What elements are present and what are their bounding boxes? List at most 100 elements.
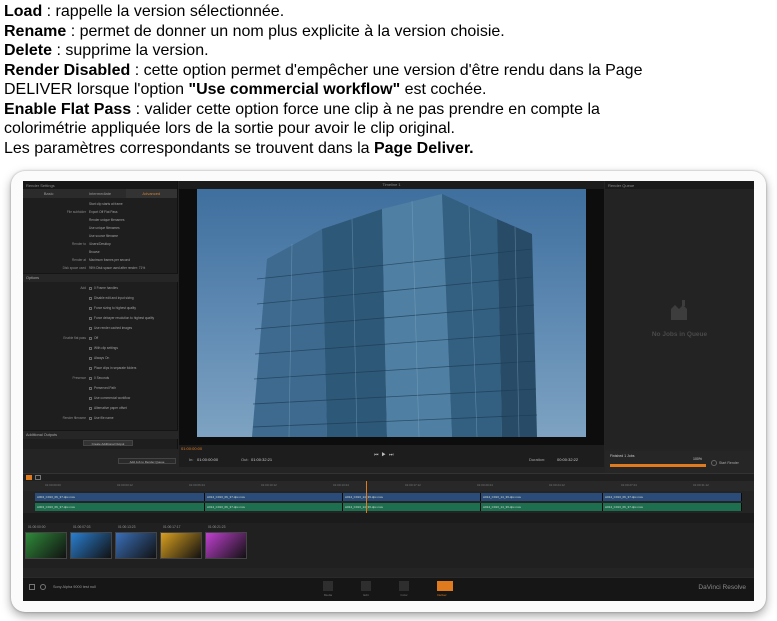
page-color-label[interactable]: Color xyxy=(394,593,414,597)
checkbox[interactable] xyxy=(89,406,92,410)
settings-row-value[interactable]: 96% Disk space used after render: 71% xyxy=(89,265,145,272)
page-edit-icon[interactable] xyxy=(361,581,371,591)
page-deliver-icon[interactable] xyxy=(437,581,453,591)
clip-thumbnail[interactable]: 01:00:07:03 xyxy=(70,525,112,559)
settings-row-value[interactable]: Use source filename xyxy=(89,233,118,240)
desc-load: : rappelle la version sélectionnée. xyxy=(42,3,285,20)
video-track-v1[interactable]: A004_C013_06_37.dpx.mov A014_C013_06_37.d… xyxy=(35,493,754,501)
option-row-value[interactable]: Disable edit and input sizing xyxy=(89,295,134,302)
timeline-view-icon[interactable] xyxy=(26,475,32,480)
video-clip[interactable]: A014_C013_14_36.dpx.mov xyxy=(343,493,481,501)
settings-row-value[interactable]: Browse xyxy=(89,249,100,256)
settings-icon[interactable] xyxy=(40,584,46,590)
media-pool-icon[interactable] xyxy=(29,584,35,590)
term-render-disabled: Render Disabled xyxy=(4,61,131,79)
in-timecode[interactable]: 01:00:00:00 xyxy=(197,457,218,462)
progress-label: 100% xyxy=(693,457,702,461)
option-row-value[interactable]: Place clips in separate folders xyxy=(89,365,136,372)
settings-row-value[interactable]: Export Off Flat Pass xyxy=(89,209,117,216)
checkbox[interactable] xyxy=(89,306,92,310)
no-jobs-text: No Jobs in Queue xyxy=(651,331,708,338)
ruler-tick-label: 01:00:13:24 xyxy=(333,483,349,487)
transport-controls[interactable]: ⏮▶⏭ xyxy=(374,452,397,458)
create-additional-output-button[interactable]: Create Additional Output xyxy=(83,440,133,446)
checkbox[interactable] xyxy=(89,356,92,360)
checkbox[interactable] xyxy=(89,316,92,320)
settings-row-value[interactable]: Use unique filenames xyxy=(89,225,120,232)
video-clip[interactable]: A014_C013_06_37.dpx.mov xyxy=(205,493,343,501)
audio-clip[interactable]: A014_C013_14_36.dpx.mov xyxy=(343,503,481,511)
checkbox[interactable] xyxy=(89,396,92,400)
settings-row: Render unique filenames xyxy=(23,217,178,224)
audio-clip[interactable]: A014_C013_14_36.dpx.mov xyxy=(481,503,603,511)
checkbox[interactable] xyxy=(89,326,92,330)
checkbox[interactable] xyxy=(89,366,92,370)
clip-thumbnail[interactable]: 01:00:13:23 xyxy=(115,525,157,559)
option-row-value[interactable]: Use commercial workflow xyxy=(89,395,130,402)
checkbox[interactable] xyxy=(89,296,92,300)
page-color-icon[interactable] xyxy=(399,581,409,591)
option-row-value[interactable]: 0 Seconds xyxy=(89,375,109,382)
checkbox[interactable] xyxy=(89,346,92,350)
page-media-label[interactable]: Media xyxy=(318,593,338,597)
audio-track-a1[interactable]: A004_C013_06_37.dpx.mov A014_C013_06_37.d… xyxy=(35,503,754,511)
option-row-value[interactable]: Preserved Path xyxy=(89,385,116,392)
option-row-value[interactable]: 0 Frame handles xyxy=(89,285,118,292)
page-deliver-label[interactable]: Deliver xyxy=(432,593,452,597)
clip-thumbnail[interactable]: 01:00:21:23 xyxy=(205,525,247,559)
option-row-value[interactable]: Force sizing to highest quality xyxy=(89,305,136,312)
doc-line-render-disabled: Render Disabled : cette option permet d'… xyxy=(4,61,774,81)
timeline-ruler[interactable]: 01:00:00:00 01:00:03:12 01:00:06:24 01:00:1… xyxy=(23,481,754,491)
start-render-toggle[interactable] xyxy=(711,460,717,466)
davinci-resolve-brand: DaVinci Resolve xyxy=(698,584,746,591)
video-clip[interactable]: A014_C013_06_37.dpx.mov xyxy=(603,493,742,501)
skip-forward-icon[interactable]: ⏭ xyxy=(389,452,397,458)
audio-clip[interactable]: A014_C013_06_37.dpx.mov xyxy=(603,503,742,511)
clip-thumbnail[interactable]: 01:00:17:17 xyxy=(160,525,202,559)
checkbox[interactable] xyxy=(89,416,92,420)
ruler-tick-label: 01:00:31:12 xyxy=(693,483,709,487)
option-row: Place clips in separate folders xyxy=(23,365,178,372)
desc-rename: : permet de donner un nom plus explicite… xyxy=(66,22,505,40)
checkbox[interactable] xyxy=(89,376,92,380)
add-job-button[interactable]: Add Job to Render Queue xyxy=(118,458,176,464)
start-render-button[interactable]: Start Render xyxy=(719,461,739,465)
option-row-value[interactable]: With clip settings xyxy=(89,345,118,352)
video-clip[interactable]: A004_C013_06_37.dpx.mov xyxy=(35,493,205,501)
tab-basic[interactable]: Basic xyxy=(23,189,74,198)
list-view-icon[interactable] xyxy=(35,475,41,480)
term-page-deliver: Page Deliver. xyxy=(373,139,474,157)
option-row-label: Enable flat pass xyxy=(63,336,86,340)
page-edit-label[interactable]: Edit xyxy=(356,593,376,597)
settings-row-value[interactable]: Render unique filenames xyxy=(89,217,124,224)
option-row-value[interactable]: Force debayer resolution to highest qual… xyxy=(89,315,154,322)
option-row-value[interactable]: Use render cached images xyxy=(89,325,132,332)
tab-advanced[interactable]: Advanced xyxy=(125,189,177,198)
option-row-value[interactable]: Off xyxy=(89,335,98,342)
checkbox[interactable] xyxy=(89,286,92,290)
out-timecode[interactable]: 01:00:32:21 xyxy=(251,457,272,462)
play-icon[interactable]: ▶ xyxy=(382,452,389,458)
option-row-value[interactable]: Alternative paper offset xyxy=(89,405,127,412)
video-clip[interactable]: A014_C013_14_36.dpx.mov xyxy=(481,493,603,501)
settings-row-value[interactable]: Maximum frames per second xyxy=(89,257,130,264)
desc-colorimetry: colorimétrie appliquée lors de la sortie… xyxy=(4,120,455,137)
checkbox[interactable] xyxy=(89,386,92,390)
settings-row-value[interactable]: /Users/Desktop xyxy=(89,241,111,248)
page-media-icon[interactable] xyxy=(323,581,333,591)
davinci-resolve-window: Render Settings Basic Intermediate Advan… xyxy=(23,181,754,601)
clip-thumbnail[interactable]: 01:00:00:00 xyxy=(25,525,67,559)
desc-render-disabled: : cette option permet d'empêcher une ver… xyxy=(130,61,643,79)
audio-clip[interactable]: A014_C013_06_37.dpx.mov xyxy=(205,503,343,511)
checkbox[interactable] xyxy=(89,336,92,340)
settings-row-value[interactable]: Start clip starts at frame xyxy=(89,201,123,208)
audio-clip[interactable]: A004_C013_06_37.dpx.mov xyxy=(35,503,205,511)
option-row: Enable flat pass Off xyxy=(23,335,178,342)
option-row-value[interactable]: Use file name xyxy=(89,415,114,422)
option-row-value[interactable]: Always On xyxy=(89,355,109,362)
skip-back-icon[interactable]: ⏮ xyxy=(374,452,382,458)
option-row-text: Use render cached images xyxy=(94,326,133,330)
tab-intermediate[interactable]: Intermediate xyxy=(74,189,125,198)
option-row-label: Presence xyxy=(72,376,86,380)
ruler-tick-label: 01:00:24:12 xyxy=(549,483,565,487)
